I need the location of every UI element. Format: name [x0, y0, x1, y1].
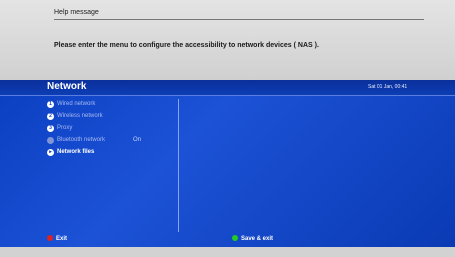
red-key-icon	[47, 235, 53, 241]
bluetooth-icon	[47, 137, 54, 144]
footer-bar: Exit Save & exit	[0, 233, 455, 247]
menu-item-wired-network[interactable]: 1 Wired network	[47, 100, 177, 112]
bottom-strip	[0, 247, 455, 257]
menu-item-label: Bluetooth network	[57, 137, 106, 143]
number-badge-icon: 2	[47, 113, 54, 120]
exit-label: Exit	[56, 236, 68, 242]
menu-item-bluetooth-network[interactable]: Bluetooth network On	[47, 136, 177, 148]
menu-item-label: Proxy	[57, 125, 73, 131]
number-badge-icon: 3	[47, 125, 54, 132]
network-menu: 1 Wired network 2 Wireless network 3 Pro…	[47, 100, 177, 160]
menu-item-label: Wired network	[57, 101, 96, 107]
help-body-text: Please enter the menu to configure the a…	[54, 42, 319, 49]
panel-divider	[178, 99, 179, 232]
exit-button[interactable]: Exit	[47, 235, 67, 242]
title-bar: Network Sat 01 Jan, 00:41	[0, 80, 455, 96]
save-exit-button[interactable]: Save & exit	[232, 235, 273, 242]
number-badge-icon: 1	[47, 101, 54, 108]
green-key-icon	[232, 235, 238, 241]
menu-item-label: Network files	[57, 149, 95, 155]
selected-arrow-icon: ▸	[47, 149, 54, 156]
menu-item-label: Wireless network	[57, 113, 103, 119]
clock-readout: Sat 01 Jan, 00:41	[368, 84, 408, 90]
help-divider	[54, 19, 424, 20]
menu-item-network-files[interactable]: ▸ Network files	[47, 148, 177, 160]
network-settings-panel: Network Sat 01 Jan, 00:41 1 Wired networ…	[0, 80, 455, 247]
menu-item-proxy[interactable]: 3 Proxy	[47, 124, 177, 136]
help-title: Help message	[54, 9, 99, 16]
menu-item-wireless-network[interactable]: 2 Wireless network	[47, 112, 177, 124]
save-exit-label: Save & exit	[241, 236, 274, 242]
help-message-panel: Help message Please enter the menu to co…	[0, 0, 455, 80]
bluetooth-state-value: On	[133, 137, 142, 143]
page-title: Network	[47, 81, 87, 92]
